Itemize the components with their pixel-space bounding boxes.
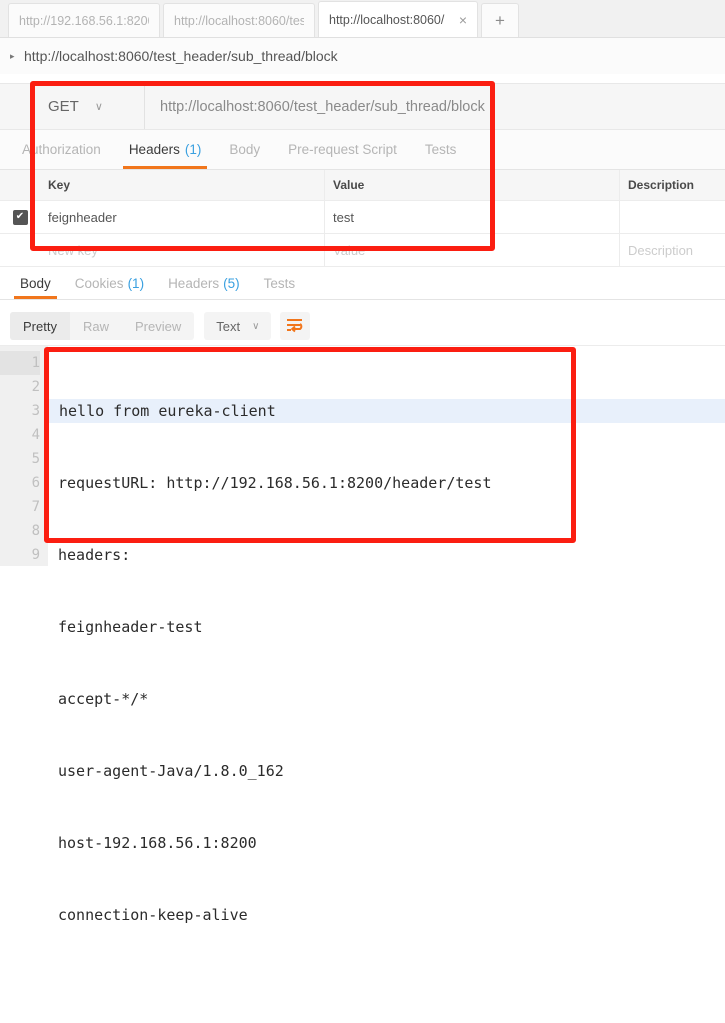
checkmark-icon: ✔: [12, 209, 28, 225]
view-mode-preview[interactable]: Preview: [122, 312, 194, 340]
response-tab-tests-label: Tests: [263, 275, 296, 291]
column-header-description: Description: [628, 178, 695, 192]
tab-headers[interactable]: Headers (1): [115, 130, 216, 169]
format-select[interactable]: Text ∨: [204, 312, 272, 340]
row-key-input[interactable]: feignheader: [40, 201, 325, 233]
tab-headers-label: Headers: [128, 142, 180, 157]
word-wrap-icon: [287, 319, 303, 333]
line-number: 8: [31, 523, 40, 539]
headers-table-header: Key Value Description: [0, 170, 725, 201]
browser-tab-1[interactable]: http://192.168.56.1:8200/he: [8, 3, 160, 37]
code-line: requestURL: http://192.168.56.1:8200/hea…: [58, 474, 492, 492]
close-icon[interactable]: ×: [459, 13, 467, 27]
browser-tab-strip: http://192.168.56.1:8200/he http://local…: [0, 0, 725, 38]
code-line: feignheader-test: [58, 618, 203, 636]
line-number: 5: [31, 451, 40, 467]
code-line: host-192.168.56.1:8200: [58, 834, 257, 852]
browser-tab-3[interactable]: http://localhost:8060/ ×: [318, 1, 478, 37]
code-line: hello from eureka-client: [48, 399, 725, 423]
tab-headers-count: (1): [184, 142, 202, 157]
browser-tab-3-label: http://localhost:8060/: [329, 12, 445, 27]
request-bar: GET ∨ http://localhost:8060/test_header/…: [0, 83, 725, 130]
line-number: 3: [31, 403, 40, 419]
response-tab-headers-label: Headers: [168, 275, 220, 291]
code-line: user-agent-Java/1.8.0_162: [58, 762, 284, 780]
code-line: accept-*/*: [58, 690, 149, 708]
column-header-value: Value: [325, 170, 620, 200]
browser-tab-2[interactable]: http://localhost:8060/test_h: [163, 3, 315, 37]
line-number: 6: [31, 475, 40, 491]
new-description-input[interactable]: Description: [620, 234, 725, 266]
response-body-code[interactable]: hello from eureka-client requestURL: htt…: [48, 346, 725, 924]
response-tab-tests[interactable]: Tests: [252, 267, 308, 299]
response-tab-headers[interactable]: Headers (5): [156, 267, 252, 299]
breadcrumb: ▸ http://localhost:8060/test_header/sub_…: [0, 38, 725, 74]
line-number: 7: [31, 499, 40, 515]
request-url-input[interactable]: http://localhost:8060/test_header/sub_th…: [145, 84, 725, 129]
format-select-value: Text: [216, 318, 241, 334]
line-number: 2: [31, 379, 40, 395]
line-number: 4: [31, 427, 40, 443]
response-body-viewer[interactable]: 1 2 3 4 5 6 7 8 9 hello from eureka-clie…: [0, 345, 725, 924]
new-value-input[interactable]: Value: [325, 234, 620, 266]
http-method-select[interactable]: GET ∨: [30, 84, 145, 129]
line-number: 9: [31, 547, 40, 563]
row-checkbox[interactable]: ✔: [0, 201, 40, 233]
plus-icon: +: [495, 10, 505, 30]
tab-pre-request-script-label: Pre-request Script: [288, 142, 397, 157]
response-tab-cookies-label: Cookies: [74, 275, 124, 291]
word-wrap-button[interactable]: [280, 312, 311, 340]
code-line: headers:: [58, 546, 131, 564]
chevron-down-icon: ∨: [252, 320, 260, 332]
http-method-value: GET: [48, 98, 79, 115]
view-mode-pretty[interactable]: Pretty: [10, 312, 70, 340]
view-mode-group: Pretty Raw Preview: [10, 312, 195, 340]
response-tab-cookies-count: (1): [127, 275, 145, 291]
column-header-key: Key: [40, 170, 325, 200]
response-body-toolbar: Pretty Raw Preview Text ∨: [0, 307, 725, 345]
headers-table: Key Value Description ✔ feignheader test…: [0, 170, 725, 267]
chevron-right-icon[interactable]: ▸: [10, 51, 24, 61]
new-tab-button[interactable]: +: [481, 3, 519, 37]
response-tab-cookies[interactable]: Cookies (1): [63, 267, 156, 299]
table-row-placeholder[interactable]: New key Value Description: [0, 234, 725, 267]
line-number: 1: [0, 351, 40, 375]
response-tab-headers-count: (5): [223, 275, 240, 291]
header-checkbox-spacer: [0, 170, 40, 200]
line-number-gutter: 1 2 3 4 5 6 7 8 9: [0, 346, 48, 566]
placeholder-checkbox-spacer: [0, 234, 40, 266]
browser-tab-1-label: http://192.168.56.1:8200/he: [19, 13, 149, 28]
table-row[interactable]: ✔ feignheader test: [0, 201, 725, 234]
row-description-input[interactable]: [620, 201, 725, 233]
response-tab-body[interactable]: Body: [8, 267, 63, 299]
response-tab-bar: Body Cookies (1) Headers (5) Tests: [0, 267, 725, 300]
tab-body-label: Body: [229, 142, 261, 157]
tab-body[interactable]: Body: [215, 130, 274, 169]
tab-tests-label: Tests: [424, 142, 457, 157]
request-tab-bar: Authorization Headers (1) Body Pre-reque…: [0, 130, 725, 170]
code-line: connection-keep-alive: [58, 906, 248, 924]
tab-authorization-label: Authorization: [22, 142, 101, 157]
new-key-input[interactable]: New key: [40, 234, 325, 266]
response-tab-body-label: Body: [20, 275, 51, 291]
row-value-input[interactable]: test: [325, 201, 620, 233]
tab-authorization[interactable]: Authorization: [8, 130, 115, 169]
tab-pre-request-script[interactable]: Pre-request Script: [274, 130, 411, 169]
request-url-value: http://localhost:8060/test_header/sub_th…: [160, 98, 485, 115]
tab-tests[interactable]: Tests: [411, 130, 471, 169]
chevron-down-icon: ∨: [94, 101, 103, 113]
breadcrumb-url: http://localhost:8060/test_header/sub_th…: [24, 48, 338, 64]
browser-tab-2-label: http://localhost:8060/test_h: [174, 13, 304, 28]
view-mode-raw[interactable]: Raw: [70, 312, 122, 340]
